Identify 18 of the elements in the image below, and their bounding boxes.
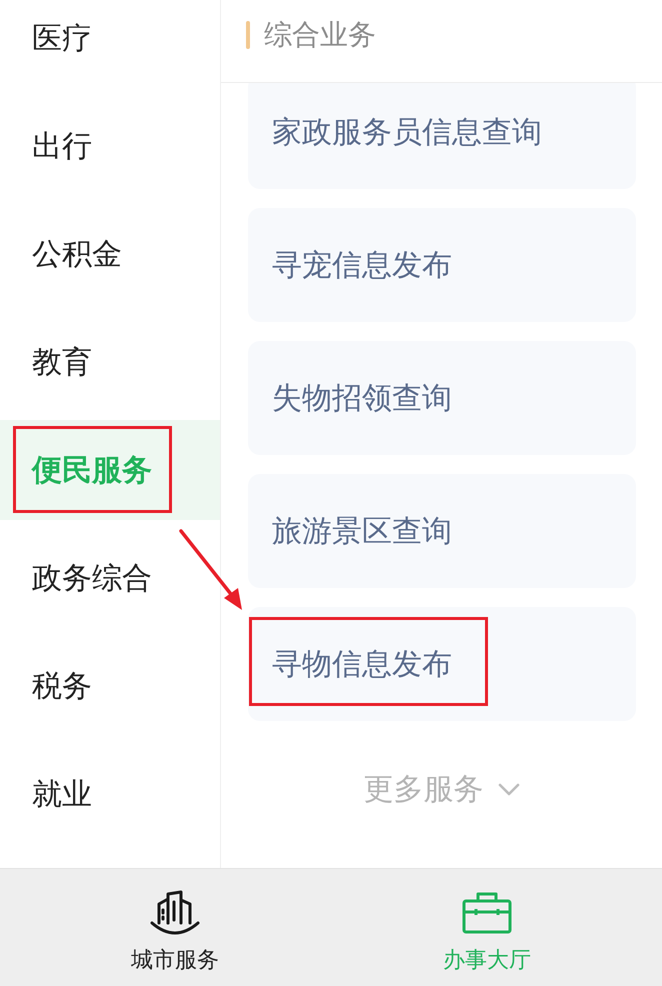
sidebar-item[interactable]: 教育 bbox=[0, 312, 220, 412]
section-accent-bar bbox=[246, 21, 250, 49]
service-card[interactable]: 旅游景区查询 bbox=[248, 474, 636, 588]
sidebar-item[interactable]: 医疗 bbox=[0, 0, 220, 88]
city-buildings-icon bbox=[150, 890, 200, 936]
sidebar-item[interactable]: 政务综合 bbox=[0, 528, 220, 628]
service-card[interactable]: 寻宠信息发布 bbox=[248, 208, 636, 322]
sidebar-item[interactable]: 税务 bbox=[0, 636, 220, 736]
sidebar-item[interactable]: 出行 bbox=[0, 96, 220, 196]
service-card[interactable]: 寻物信息发布 bbox=[248, 607, 636, 721]
sidebar-item[interactable]: 公积金 bbox=[0, 204, 220, 304]
service-card[interactable]: 失物招领查询 bbox=[248, 341, 636, 455]
briefcase-icon bbox=[462, 892, 512, 934]
chevron-down-icon bbox=[498, 783, 520, 796]
sidebar-item[interactable]: 就业 bbox=[0, 744, 220, 844]
bottom-nav-tab[interactable]: 城市服务 bbox=[19, 869, 331, 986]
section-title: 综合业务 bbox=[264, 17, 376, 53]
service-card[interactable]: 家政服务员信息查询 bbox=[248, 83, 636, 189]
